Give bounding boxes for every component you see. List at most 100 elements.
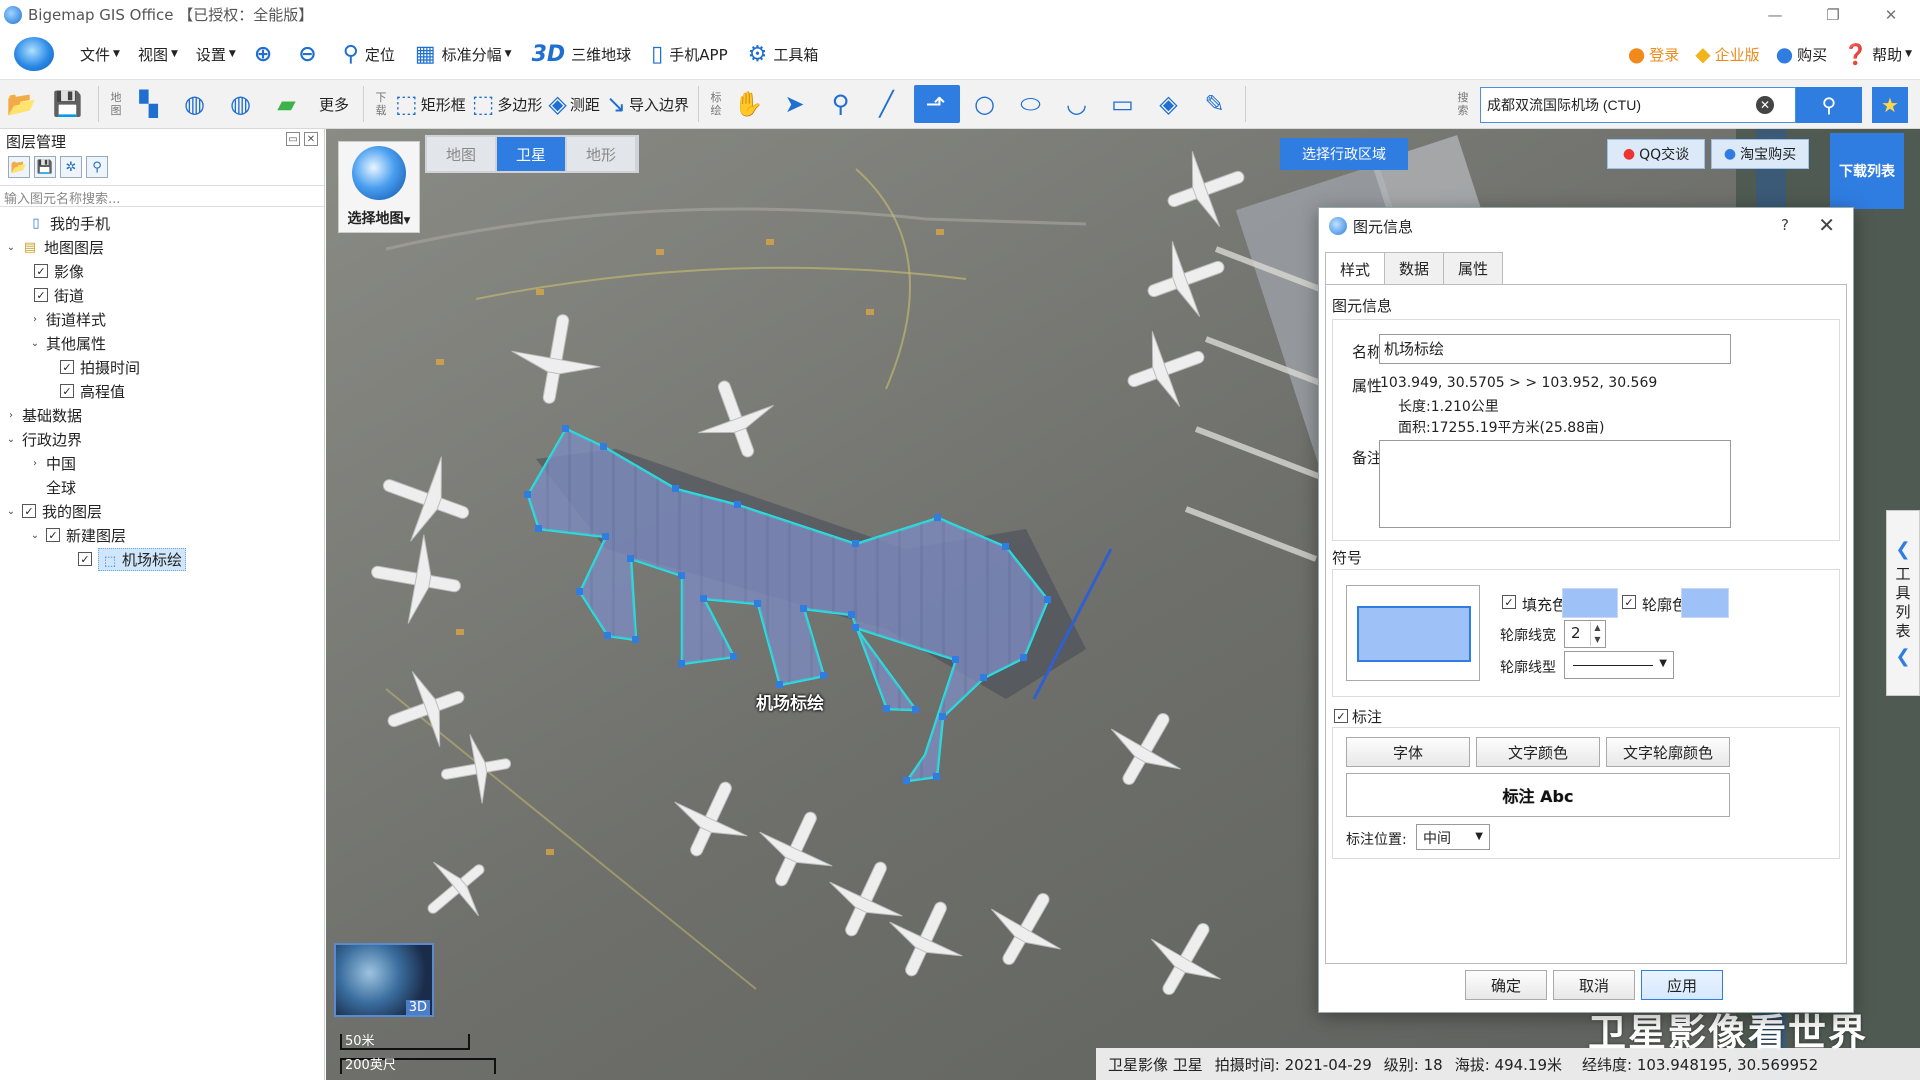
enterprise-button[interactable]: ◆ 企业版	[1695, 42, 1759, 66]
marker-tool-button[interactable]: ⚲	[822, 85, 862, 123]
toolbox-button[interactable]: ⚙ 工具箱	[748, 42, 819, 67]
map-source-4-button[interactable]: ▰	[268, 85, 308, 123]
tree-item-airport[interactable]: ✓ ⬚ 机场标绘	[0, 547, 324, 571]
tree-item-global[interactable]: 全球	[0, 475, 324, 499]
favorite-button[interactable]: ★	[1872, 87, 1908, 123]
measure-button[interactable]: ◈ 测距	[548, 85, 599, 123]
tab-map[interactable]: 地图	[427, 137, 495, 171]
tab-data[interactable]: 数据	[1384, 252, 1444, 284]
minimize-button[interactable]: —	[1746, 0, 1804, 29]
map-source-2-button[interactable]: ◍	[176, 85, 216, 123]
tree-item-elevation[interactable]: ✓ 高程值	[0, 379, 324, 403]
tree-item-admin-border[interactable]: ⌄ 行政边界	[0, 427, 324, 451]
close-window-button[interactable]: ✕	[1862, 0, 1920, 29]
dialog-help-button[interactable]: ?	[1781, 216, 1789, 234]
standard-sheet-button[interactable]: ▦ 标准分幅 ▼	[415, 42, 512, 67]
circle-tool-button[interactable]: ○	[966, 85, 1006, 123]
buy-button[interactable]: ● 购买	[1776, 42, 1827, 66]
more-button[interactable]: 更多	[314, 85, 354, 123]
app-main-logo-icon[interactable]	[14, 37, 54, 71]
tree-item-my-layers[interactable]: ⌄ ✓ 我的图层	[0, 499, 324, 523]
map-source-3-button[interactable]: ◍	[222, 85, 262, 123]
cancel-button[interactable]: 取消	[1553, 970, 1635, 1000]
zoom-in-button[interactable]: ⊕	[254, 42, 278, 67]
ellipse-tool-button[interactable]: ⬭	[1012, 85, 1052, 123]
tree-item-imagery[interactable]: ✓ 影像	[0, 259, 324, 283]
tab-satellite[interactable]: 卫星	[497, 137, 565, 171]
font-button[interactable]: 字体	[1346, 737, 1470, 767]
tab-terrain[interactable]: 地形	[567, 137, 635, 171]
outline-width-stepper[interactable]: 2 ▲ ▼	[1564, 620, 1606, 648]
chevron-left-icon[interactable]: ❮	[1895, 647, 1910, 666]
label-position-select[interactable]: 中间 ▼	[1416, 824, 1490, 850]
rectangle-tool-button[interactable]: ▭	[1104, 85, 1144, 123]
tab-attributes[interactable]: 属性	[1443, 252, 1503, 284]
tree-item-streets[interactable]: ✓ 街道	[0, 283, 324, 307]
tab-style[interactable]: 样式	[1325, 252, 1385, 285]
map-source-1-button[interactable]: ▚	[130, 85, 170, 123]
zoom-out-button[interactable]: ⊖	[298, 42, 322, 67]
line-tool-button[interactable]: ╱	[868, 85, 908, 123]
dialog-close-button[interactable]: ✕	[1818, 213, 1835, 237]
note-textarea[interactable]	[1379, 440, 1731, 528]
edit-tool-button[interactable]: ✎	[1196, 85, 1236, 123]
ok-button[interactable]: 确定	[1465, 970, 1547, 1000]
outline-color-swatch[interactable]	[1681, 588, 1729, 618]
tree-item-street-style[interactable]: › 街道样式	[0, 307, 324, 331]
label-checkbox[interactable]: ✓	[1334, 709, 1348, 723]
toolbox-side-panel[interactable]: ❮ 工 具 列 表 ❮	[1886, 510, 1920, 696]
open-layer-icon[interactable]: 📂	[8, 156, 30, 178]
polygon-tool-button[interactable]: ⬏	[914, 85, 961, 123]
mobile-app-button[interactable]: ▯ 手机APP	[651, 42, 727, 67]
panel-close-button[interactable]: ✕	[304, 132, 318, 146]
rect-download-button[interactable]: ⬚ 矩形框	[395, 85, 466, 123]
import-border-button[interactable]: ↘ 导入边界	[606, 85, 689, 123]
tree-item-new-layer[interactable]: ⌄ ✓ 新建图层	[0, 523, 324, 547]
restore-button[interactable]: ❐	[1804, 0, 1862, 29]
taobao-buy-button[interactable]: ● 淘宝购买	[1711, 139, 1809, 169]
pan-tool-button[interactable]: ✋	[730, 85, 770, 123]
chevron-left-icon[interactable]: ❮	[1895, 540, 1910, 559]
search-button[interactable]: ⚲	[1796, 87, 1862, 123]
outline-color-checkbox[interactable]: ✓	[1622, 595, 1636, 609]
settings-layer-icon[interactable]: ✲	[60, 156, 82, 178]
ruler-tool-button[interactable]: ◈	[1150, 85, 1190, 123]
apply-button[interactable]: 应用	[1641, 970, 1723, 1000]
polygon-download-button[interactable]: ⬚ 多边形	[472, 85, 543, 123]
tree-item-map-layers[interactable]: ⌄ ▤ 地图图层	[0, 235, 324, 259]
text-outline-color-button[interactable]: 文字轮廓颜色	[1606, 737, 1730, 767]
tree-item-other-attrs[interactable]: ⌄ 其他属性	[0, 331, 324, 355]
find-layer-icon[interactable]: ⚲	[86, 156, 108, 178]
save-layer-icon[interactable]: 💾	[34, 156, 56, 178]
fill-color-swatch[interactable]	[1562, 588, 1618, 618]
help-button[interactable]: ❓ 帮助 ▼	[1843, 42, 1912, 66]
save-button[interactable]: 💾	[49, 85, 89, 123]
menu-settings[interactable]: 设置 ▼	[196, 44, 236, 65]
outline-type-select[interactable]: ▼	[1564, 651, 1674, 679]
menu-file[interactable]: 文件 ▼	[80, 44, 120, 65]
menu-view[interactable]: 视图 ▼	[138, 44, 178, 65]
qq-chat-button[interactable]: ● QQ交谈	[1607, 139, 1705, 169]
name-input[interactable]: 机场标绘	[1379, 334, 1731, 364]
3d-earth-button[interactable]: 3D 三维地球	[532, 42, 632, 67]
curve-tool-button[interactable]: ◡	[1058, 85, 1098, 123]
dialog-title-bar[interactable]: 图元信息 ? ✕	[1319, 208, 1853, 244]
feature-search-input[interactable]: 输入图元名称搜索...	[0, 185, 324, 207]
select-region-button[interactable]: 选择行政区域	[1280, 138, 1408, 170]
fill-color-checkbox[interactable]: ✓	[1502, 595, 1516, 609]
tree-item-basic-data[interactable]: › 基础数据	[0, 403, 324, 427]
select-tool-button[interactable]: ➤	[776, 85, 816, 123]
download-list-button[interactable]: 下载列表	[1830, 133, 1904, 209]
open-button[interactable]: 📂	[3, 85, 43, 123]
tree-item-china[interactable]: › 中国	[0, 451, 324, 475]
select-map-button[interactable]: 选择地图▼	[338, 141, 420, 233]
tree-item-my-phone[interactable]: ▯ 我的手机	[0, 211, 324, 235]
locate-button[interactable]: ⚲ 定位	[343, 42, 395, 67]
tree-item-capture-time[interactable]: ✓ 拍摄时间	[0, 355, 324, 379]
search-input[interactable]	[1481, 97, 1756, 113]
clear-search-icon[interactable]: ✕	[1756, 96, 1774, 114]
login-button[interactable]: ● 登录	[1628, 42, 1679, 66]
text-color-button[interactable]: 文字颜色	[1476, 737, 1600, 767]
minimap-3d[interactable]: 3D	[334, 943, 434, 1017]
panel-float-button[interactable]: ▭	[286, 132, 300, 146]
